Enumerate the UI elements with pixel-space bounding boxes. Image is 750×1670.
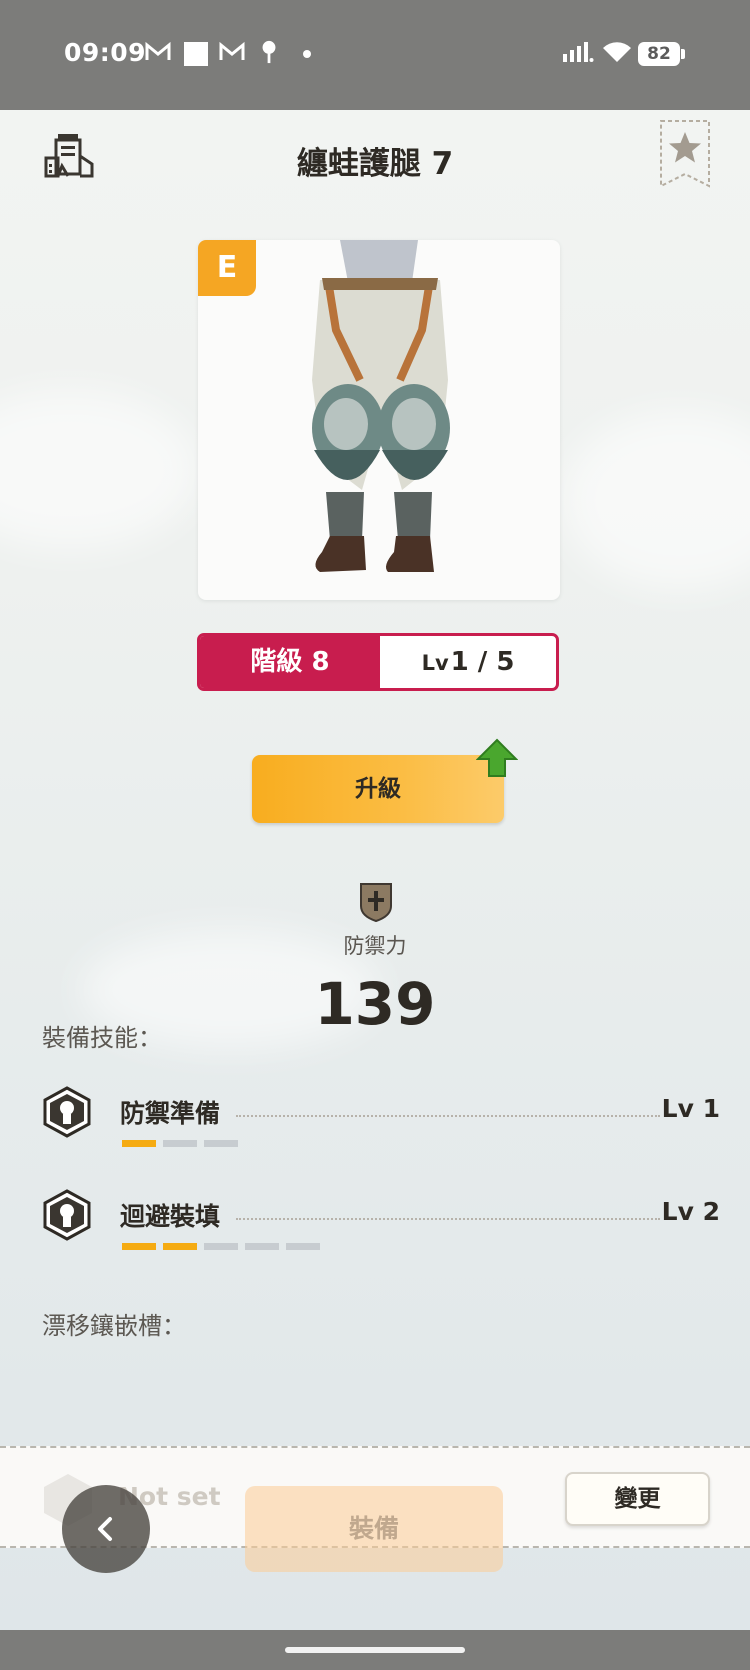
skill-icon (43, 1189, 91, 1241)
level-pip-filled (163, 1243, 197, 1250)
skill-leader-line (236, 1218, 660, 1220)
equipment-card: E (198, 240, 560, 600)
battery-level: 82 (638, 42, 680, 66)
rank-label: 階級 8 (200, 636, 380, 688)
skill-name: 迴避裝填 (120, 1202, 221, 1231)
skills-section-label: 裝備技能： (42, 1024, 162, 1052)
pin-icon (262, 40, 276, 64)
skill-level-pips (122, 1243, 327, 1251)
skill-icon (43, 1086, 91, 1138)
skill-level: Lv 2 (661, 1197, 720, 1226)
defense-label: 防禦力 (343, 934, 407, 958)
up-arrow-icon (476, 738, 518, 777)
level-prefix: Lv (421, 651, 449, 675)
wifi-icon (603, 42, 631, 62)
skill-leader-line (236, 1115, 660, 1117)
shield-icon (360, 883, 392, 922)
change-button[interactable]: 變更 (565, 1472, 710, 1526)
chevron-left-icon (98, 1517, 112, 1541)
navigation-bar (0, 1630, 750, 1670)
back-button[interactable] (62, 1485, 150, 1573)
signal-icon (563, 42, 594, 62)
rarity-badge: E (198, 240, 256, 296)
equipment-detail-screen: 纏蛙護腿 7 E 階級 8 Lv1 / 5 升級 防禦力 139 裝備技能： 防… (0, 110, 750, 1630)
equip-button[interactable]: 裝備 (245, 1486, 503, 1572)
rank-level-bar: 階級 8 Lv1 / 5 (197, 633, 559, 691)
gmail-icon (145, 41, 171, 60)
status-time: 09:09 (64, 38, 147, 67)
level-pip-empty (204, 1140, 238, 1147)
slots-section-label: 漂移鑲嵌槽： (42, 1312, 186, 1340)
upgrade-button[interactable]: 升級 (252, 755, 504, 823)
page-title: 纏蛙護腿 7 (296, 146, 454, 182)
status-bar: 09:09 82 (0, 0, 750, 110)
level-pip-empty (245, 1243, 279, 1250)
battery-tip (681, 49, 685, 59)
gmail-icon (219, 41, 245, 60)
star-icon[interactable] (658, 118, 712, 190)
level-pip-filled (122, 1140, 156, 1147)
background-texture (560, 410, 750, 590)
equipment-level: Lv1 / 5 (380, 636, 556, 688)
skill-level-pips (122, 1140, 245, 1148)
skill-row[interactable]: 防禦準備 Lv 1 (40, 1086, 720, 1176)
home-indicator[interactable] (285, 1647, 465, 1653)
square-icon (184, 42, 208, 66)
background-texture (0, 390, 200, 550)
equipment-image (312, 240, 450, 572)
skill-level: Lv 1 (661, 1094, 720, 1123)
level-pip-empty (204, 1243, 238, 1250)
level-value: 1 / 5 (450, 647, 515, 677)
skill-row[interactable]: 迴避裝填 Lv 2 (40, 1189, 720, 1279)
level-pip-empty (163, 1140, 197, 1147)
level-pip-empty (286, 1243, 320, 1250)
skill-name: 防禦準備 (120, 1099, 221, 1128)
level-pip-filled (122, 1243, 156, 1250)
dot-icon (303, 50, 311, 58)
